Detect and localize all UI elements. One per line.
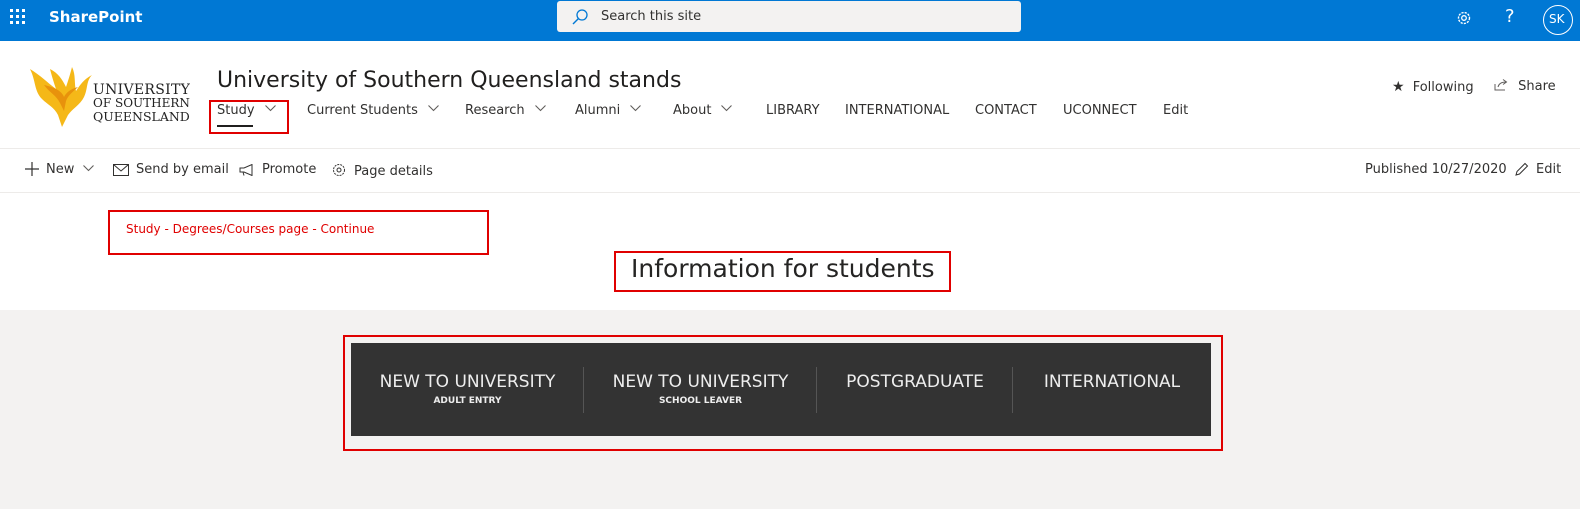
chevron-down-icon xyxy=(721,105,733,112)
chevron-down-icon xyxy=(534,105,546,112)
tile-title: INTERNATIONAL xyxy=(1043,372,1181,392)
tile-subtitle: ADULT ENTRY xyxy=(433,396,502,406)
avatar[interactable]: SK xyxy=(1543,5,1573,35)
share-button[interactable]: Share xyxy=(1494,79,1556,94)
new-button[interactable]: New xyxy=(25,162,101,177)
megaphone-icon xyxy=(239,163,253,177)
nav-label: About xyxy=(673,103,712,118)
study-degrees-link[interactable]: Study - Degrees/Courses page - Continue xyxy=(126,222,374,236)
tile-international[interactable]: INTERNATIONAL xyxy=(1013,343,1211,436)
tile-subtitle: SCHOOL LEAVER xyxy=(658,396,743,406)
tile-new-school-leaver[interactable]: NEW TO UNIVERSITY SCHOOL LEAVER xyxy=(584,343,817,436)
app-launcher-icon[interactable] xyxy=(10,9,26,25)
share-icon xyxy=(1494,79,1508,91)
tile-new-adult-entry[interactable]: NEW TO UNIVERSITY ADULT ENTRY xyxy=(351,343,584,436)
nav-item-research[interactable]: Research xyxy=(465,103,546,131)
logo-line-3: QUEENSLAND xyxy=(93,109,190,124)
tile-postgraduate[interactable]: POSTGRADUATE xyxy=(817,343,1013,436)
chevron-down-icon xyxy=(428,105,439,112)
nav-item-library[interactable]: LIBRARY xyxy=(766,103,820,131)
search-placeholder: Search this site xyxy=(601,9,702,24)
logo-wordmark: UNIVERSITY OF SOUTHERN QUEENSLAND xyxy=(93,83,190,124)
student-category-tiles: NEW TO UNIVERSITY ADULT ENTRY NEW TO UNI… xyxy=(351,343,1211,436)
promote-button[interactable]: Promote xyxy=(239,162,316,177)
nav-label: Research xyxy=(465,103,525,118)
page-details-button[interactable]: Page details xyxy=(331,162,433,179)
nav-item-contact[interactable]: CONTACT xyxy=(975,103,1037,131)
nav-item-about[interactable]: About xyxy=(673,103,733,131)
tile-title: NEW TO UNIVERSITY xyxy=(379,372,556,392)
suite-bar: SharePoint Search this site ? SK xyxy=(0,0,1580,41)
star-icon: ★ xyxy=(1392,79,1405,95)
nav-item-current-students[interactable]: Current Students xyxy=(307,103,439,131)
plus-icon xyxy=(25,162,39,176)
tile-title: NEW TO UNIVERSITY xyxy=(612,372,789,392)
command-bar: New Send by email Promote Page details P… xyxy=(0,150,1580,193)
settings-icon[interactable] xyxy=(1455,9,1473,27)
app-name[interactable]: SharePoint xyxy=(49,8,142,26)
search-input[interactable]: Search this site xyxy=(557,1,1021,32)
following-button[interactable]: ★ Following xyxy=(1392,79,1474,95)
new-label: New xyxy=(46,162,75,177)
email-label: Send by email xyxy=(136,162,229,177)
page-heading: Information for students xyxy=(631,254,935,283)
search-icon xyxy=(572,9,588,25)
nav-label: Current Students xyxy=(307,103,418,118)
help-icon[interactable]: ? xyxy=(1505,6,1515,27)
chevron-down-icon xyxy=(83,165,95,172)
annotation-box-study-nav xyxy=(209,100,289,134)
published-status: Published 10/27/2020 xyxy=(1365,162,1507,177)
send-by-email-button[interactable]: Send by email xyxy=(113,162,229,177)
page-details-label: Page details xyxy=(354,164,433,179)
gear-icon xyxy=(333,164,345,176)
mail-icon xyxy=(113,164,129,176)
site-title[interactable]: University of Southern Queensland stands xyxy=(217,68,681,93)
chevron-down-icon xyxy=(630,105,642,112)
nav-item-uconnect[interactable]: UCONNECT xyxy=(1063,103,1137,131)
edit-page-button[interactable]: Edit xyxy=(1515,162,1561,177)
edit-label: Edit xyxy=(1536,162,1562,177)
nav-label: Alumni xyxy=(575,103,621,118)
share-label: Share xyxy=(1518,79,1556,94)
nav-item-international[interactable]: INTERNATIONAL xyxy=(845,103,949,131)
nav-item-alumni[interactable]: Alumni xyxy=(575,103,642,131)
tile-title: POSTGRADUATE xyxy=(846,372,984,392)
nav-item-edit[interactable]: Edit xyxy=(1163,103,1188,131)
promote-label: Promote xyxy=(262,162,317,177)
pencil-icon xyxy=(1515,162,1529,176)
following-label: Following xyxy=(1412,80,1474,95)
